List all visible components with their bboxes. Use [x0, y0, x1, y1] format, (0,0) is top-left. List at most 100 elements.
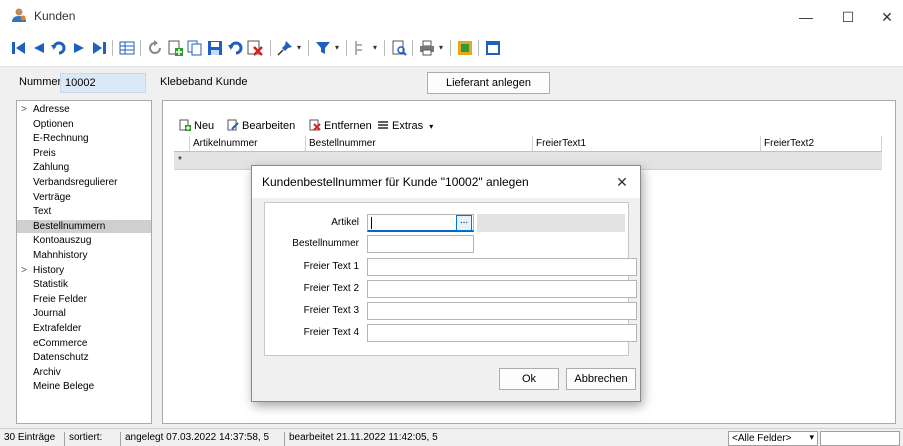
column-header-freiertext2[interactable]: FreierText2: [761, 136, 882, 152]
print-dropdown[interactable]: ▾: [439, 39, 443, 57]
main-toolbar: ▾ ▾ ▾ ▾: [8, 35, 903, 63]
pin-dropdown[interactable]: ▾: [297, 39, 301, 57]
undo-icon[interactable]: [50, 39, 68, 57]
sidebar-item-bestellnummern[interactable]: Bestellnummern: [17, 219, 151, 233]
grid-row-header: [174, 136, 190, 152]
sidebar-item-label: Text: [33, 206, 52, 218]
dialog-close-button[interactable]: ✕: [612, 172, 632, 192]
grid-edit-button[interactable]: Bearbeiten: [227, 117, 295, 135]
sidebar-item-kontoauszug[interactable]: Kontoauszug: [17, 234, 151, 247]
sidebar-item-label: Archiv: [33, 366, 61, 378]
ok-button[interactable]: Ok: [499, 368, 559, 390]
sidebar-item-label: Journal: [33, 308, 66, 320]
artikel-lookup-button[interactable]: ...: [456, 215, 472, 231]
bestellnummer-field[interactable]: [367, 235, 474, 253]
sidebar-item-label: eCommerce: [33, 337, 88, 349]
edit-record-icon: [227, 119, 239, 131]
table-view-icon[interactable]: [118, 39, 136, 57]
window-icon[interactable]: [484, 39, 502, 57]
pin-icon[interactable]: [276, 39, 294, 57]
sidebar-item-statistik[interactable]: Statistik: [17, 278, 151, 291]
toolbar-separator: [308, 40, 309, 56]
grid-new-button[interactable]: Neu: [179, 117, 214, 135]
search-icon[interactable]: [390, 39, 408, 57]
sidebar-item-verbandsregulierer[interactable]: Verbandsregulierer: [17, 176, 151, 189]
filter-icon[interactable]: [314, 39, 332, 57]
sidebar-item-meine-belege[interactable]: Meine Belege: [17, 380, 151, 393]
minimize-button[interactable]: —: [791, 4, 821, 30]
filter-dropdown[interactable]: ▾: [335, 39, 339, 57]
sidebar-item-zahlung[interactable]: Zahlung: [17, 161, 151, 174]
create-supplier-button[interactable]: Lieferant anlegen: [427, 72, 550, 94]
settings-icon[interactable]: [456, 39, 474, 57]
prev-record-icon[interactable]: [30, 39, 48, 57]
field-filter-select[interactable]: <Alle Felder> ▾: [728, 431, 818, 446]
column-header-freiertext1[interactable]: FreierText1: [533, 136, 761, 152]
new-record-icon[interactable]: [166, 39, 184, 57]
sidebar-item-label: Verbandsregulierer: [33, 177, 118, 188]
freier-text-3-field[interactable]: [367, 302, 637, 320]
refresh-icon[interactable]: [146, 39, 164, 57]
sidebar-item-journal[interactable]: Journal: [17, 307, 151, 320]
window-title: Kunden: [34, 9, 76, 23]
search-input[interactable]: [820, 431, 900, 446]
freier-text-4-label: Freier Text 4: [303, 327, 359, 338]
dialog-title-bar: Kundenbestellnummer für Kunde "10002" an…: [252, 166, 640, 198]
delete-icon[interactable]: [246, 39, 264, 57]
sidebar-item-freie-felder[interactable]: Freie Felder: [17, 293, 151, 306]
sidebar-item-text[interactable]: Text: [17, 205, 151, 218]
sidebar-item-label: Freie Felder: [33, 293, 87, 305]
cancel-button[interactable]: Abbrechen: [566, 368, 636, 390]
edited-info: bearbeitet 21.11.2022 11:42:05, 5: [284, 432, 442, 446]
sidebar-item-archiv[interactable]: Archiv: [17, 366, 151, 379]
sidebar-item-e-rechnung[interactable]: E-Rechnung: [17, 132, 151, 145]
cancel-edit-icon[interactable]: [226, 39, 244, 57]
chevron-right-icon[interactable]: >: [21, 103, 27, 116]
freier-text-1-field[interactable]: [367, 258, 637, 276]
close-button[interactable]: ✕: [872, 4, 902, 30]
sidebar-item-adresse[interactable]: > Adresse: [17, 103, 151, 116]
nummer-field[interactable]: 10002: [60, 73, 146, 93]
sidebar-item-history[interactable]: > History: [17, 264, 151, 277]
copy-record-icon[interactable]: [186, 39, 204, 57]
dialog-fields-group: Artikel ... Bestellnummer Freier Text 1 …: [264, 202, 637, 356]
toolbar-separator: [412, 40, 413, 56]
sidebar-item-datenschutz[interactable]: Datenschutz: [17, 351, 151, 364]
sidebar-item-label: Bestellnummern: [33, 220, 106, 232]
grid-extras-button[interactable]: Extras ▾: [377, 117, 433, 135]
chevron-right-icon[interactable]: >: [21, 264, 27, 277]
new-row-marker: *: [178, 155, 182, 166]
print-icon[interactable]: [418, 39, 436, 57]
toolbar-separator: [112, 40, 113, 56]
freier-text-4-field[interactable]: [367, 324, 637, 342]
sidebar-item-label: Verträge: [33, 191, 71, 203]
sidebar-nav: > Adresse Optionen E-Rechnung Preis Zahlung Ve…: [16, 100, 152, 424]
menu-icon: [378, 121, 388, 129]
grid-remove-button[interactable]: Entfernen: [309, 117, 372, 135]
create-order-number-dialog: Kundenbestellnummer für Kunde "10002" an…: [251, 165, 641, 402]
next-record-icon[interactable]: [70, 39, 88, 57]
sidebar-item-verträge[interactable]: Verträge: [17, 191, 151, 204]
remove-record-icon: [309, 119, 321, 131]
column-header-bestellnummer[interactable]: Bestellnummer: [306, 136, 533, 152]
column-header-artikelnummer[interactable]: Artikelnummer: [190, 136, 306, 152]
maximize-button[interactable]: ☐: [833, 4, 863, 30]
tree-icon[interactable]: [352, 39, 370, 57]
last-record-icon[interactable]: [90, 39, 108, 57]
bestellnummer-label: Bestellnummer: [292, 238, 359, 249]
sidebar-item-label: Adresse: [33, 104, 70, 115]
sidebar-item-label: E-Rechnung: [33, 133, 89, 145]
save-icon[interactable]: [206, 39, 224, 57]
sidebar-item-mahnhistory[interactable]: Mahnhistory: [17, 249, 151, 262]
status-bar: 30 Einträge sortiert: angelegt 07.03.202…: [0, 428, 903, 446]
tree-dropdown[interactable]: ▾: [373, 39, 377, 57]
sidebar-item-ecommerce[interactable]: eCommerce: [17, 337, 151, 350]
field-filter-value: <Alle Felder>: [732, 433, 792, 444]
sidebar-item-extrafelder[interactable]: Extrafelder: [17, 322, 151, 335]
first-record-icon[interactable]: [10, 39, 28, 57]
freier-text-2-field[interactable]: [367, 280, 637, 298]
add-record-icon: [179, 119, 191, 131]
grid-new-label: Neu: [194, 120, 215, 132]
sidebar-item-preis[interactable]: Preis: [17, 147, 151, 160]
sidebar-item-optionen[interactable]: Optionen: [17, 118, 151, 131]
